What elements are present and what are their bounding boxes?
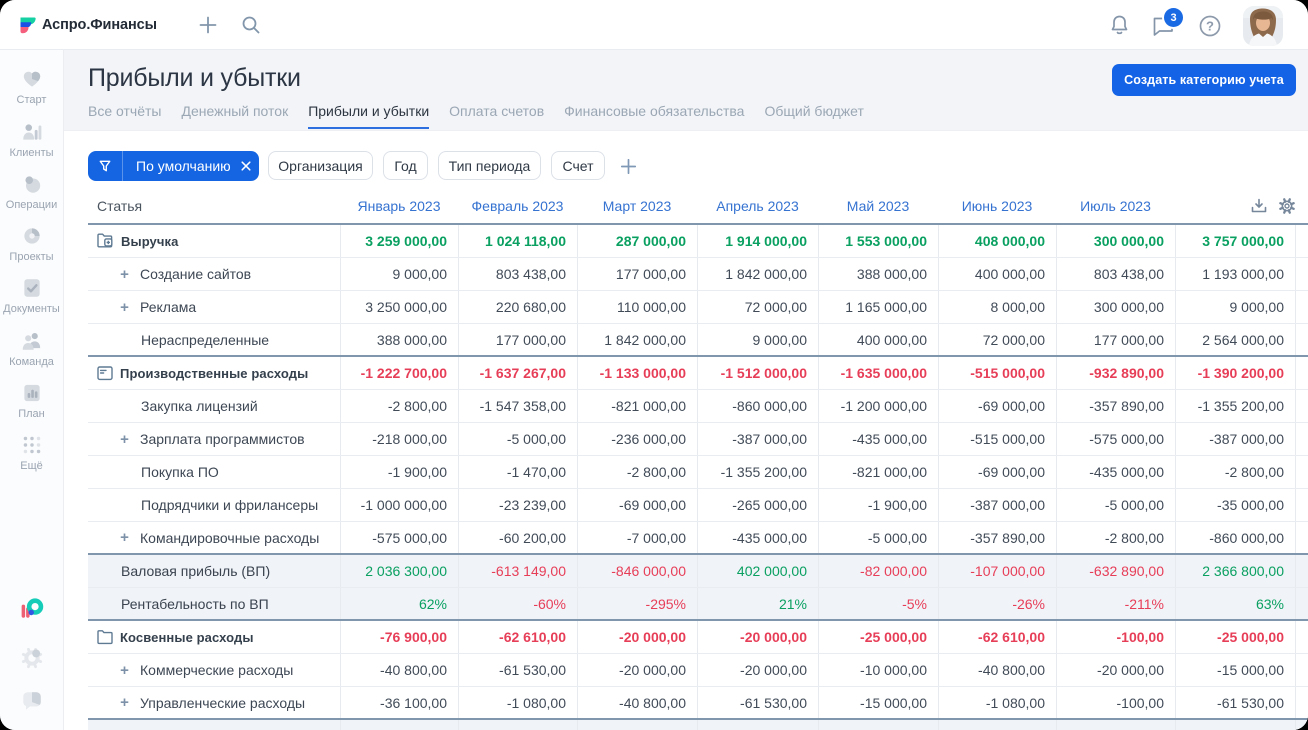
svg-text:?: ?	[1206, 19, 1214, 34]
